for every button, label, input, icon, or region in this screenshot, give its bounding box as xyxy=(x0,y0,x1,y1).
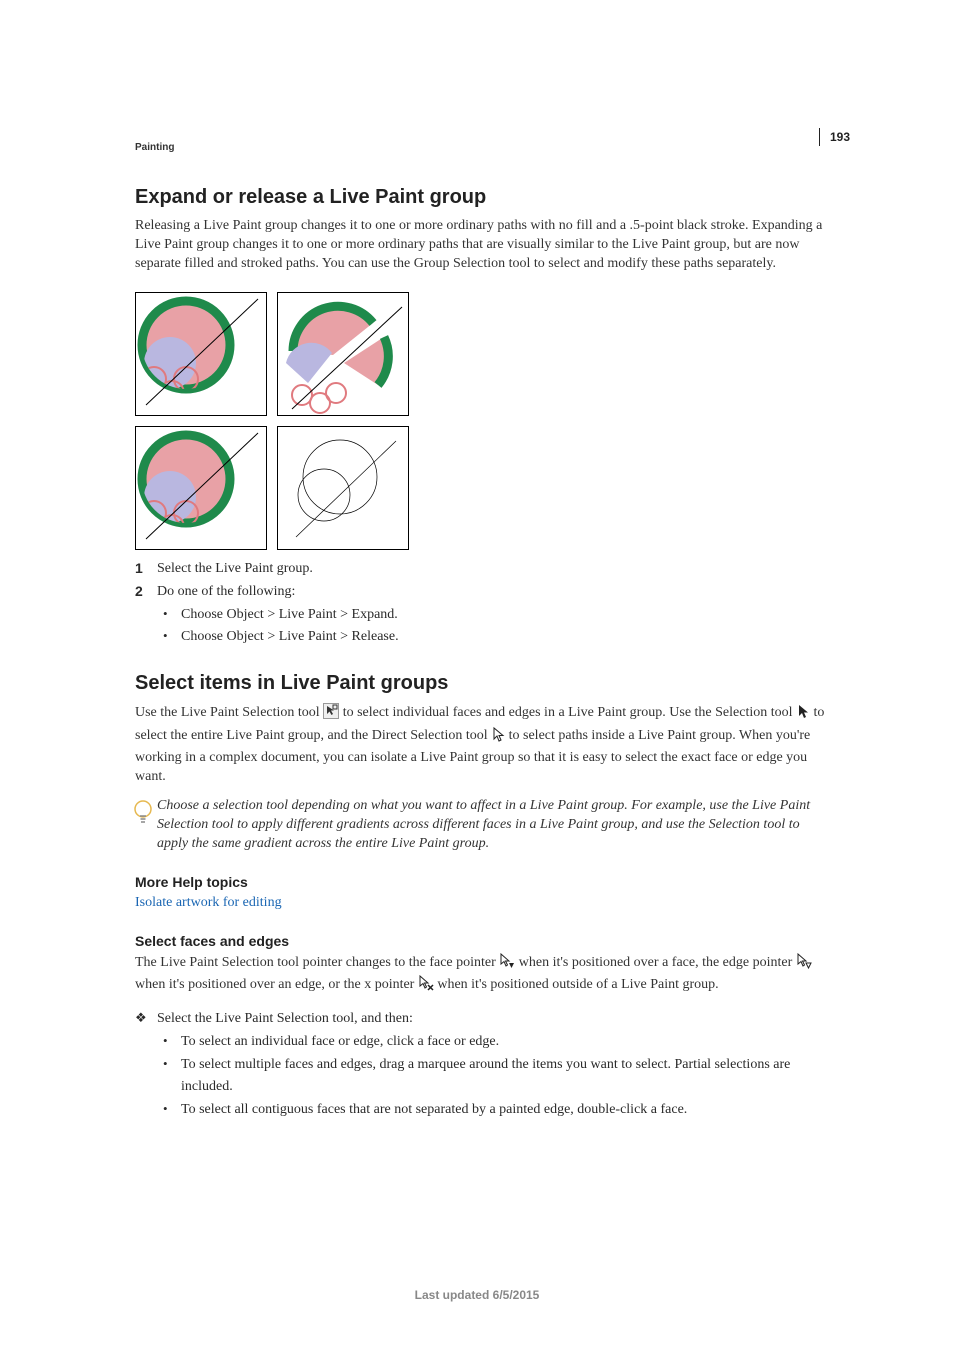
select-faces-paragraph: The Live Paint Selection tool pointer ch… xyxy=(135,953,829,999)
step-number: 1 xyxy=(135,558,157,579)
figure-released xyxy=(277,426,409,550)
bullet-text: Choose Object > Live Paint > Expand. xyxy=(181,604,398,626)
figure-exploded xyxy=(277,292,409,416)
text-span: Use the Live Paint Selection tool xyxy=(135,705,323,720)
edge-pointer-icon xyxy=(796,953,812,976)
bullet-icon: • xyxy=(163,1099,181,1121)
figure-original-1 xyxy=(135,292,267,416)
bullet-icon: • xyxy=(163,604,181,626)
list-item: 2 Do one of the following: xyxy=(135,581,829,602)
page: Painting 193 Expand or release a Live Pa… xyxy=(0,0,954,1350)
x-pointer-icon xyxy=(418,975,434,998)
diamond-text: Select the Live Paint Selection tool, an… xyxy=(157,1008,413,1029)
tip-note: Choose a selection tool depending on wha… xyxy=(135,797,829,854)
bullet-text: Choose Object > Live Paint > Release. xyxy=(181,626,399,648)
tip-text: Choose a selection tool depending on wha… xyxy=(157,797,829,854)
list-item: • To select multiple faces and edges, dr… xyxy=(163,1054,829,1099)
text-span: when it's positioned over a face, the ed… xyxy=(519,955,796,970)
figure-row-bottom xyxy=(135,426,829,550)
list-item: • To select all contiguous faces that ar… xyxy=(163,1099,829,1121)
ordered-list: 1 Select the Live Paint group. 2 Do one … xyxy=(135,558,829,649)
text-span: to select individual faces and edges in … xyxy=(343,705,796,720)
bullet-icon: • xyxy=(163,1054,181,1099)
more-help-heading: More Help topics xyxy=(135,874,829,890)
figure-original-2 xyxy=(135,426,267,550)
section-label: Painting xyxy=(135,142,174,153)
sub-list: • Choose Object > Live Paint > Expand. •… xyxy=(135,604,829,649)
list-item: • Choose Object > Live Paint > Release. xyxy=(163,626,829,648)
select-items-paragraph: Use the Live Paint Selection tool to sel… xyxy=(135,703,829,787)
bullet-icon: • xyxy=(163,626,181,648)
heading-select-items: Select items in Live Paint groups xyxy=(135,672,829,695)
bullet-text: To select all contiguous faces that are … xyxy=(181,1099,687,1121)
footer-last-updated: Last updated 6/5/2015 xyxy=(0,1288,954,1302)
diamond-line: ❖ Select the Live Paint Selection tool, … xyxy=(135,1008,829,1029)
step-number: 2 xyxy=(135,581,157,602)
list-item: • To select an individual face or edge, … xyxy=(163,1031,829,1053)
heading-select-faces: Select faces and edges xyxy=(135,933,829,949)
lightbulb-icon xyxy=(133,799,153,832)
content: Expand or release a Live Paint group Rel… xyxy=(135,186,829,1121)
direct-selection-tool-icon xyxy=(491,726,505,749)
text-span: The Live Paint Selection tool pointer ch… xyxy=(135,955,499,970)
figure-grid xyxy=(135,292,829,550)
step-text: Select the Live Paint group. xyxy=(157,558,313,579)
text-span: when it's positioned over an edge, or th… xyxy=(135,977,418,992)
bullet-text: To select an individual face or edge, cl… xyxy=(181,1031,499,1053)
page-number: 193 xyxy=(819,128,850,146)
intro-paragraph: Releasing a Live Paint group changes it … xyxy=(135,217,829,274)
select-faces-bullets: • To select an individual face or edge, … xyxy=(135,1031,829,1121)
bullet-text: To select multiple faces and edges, drag… xyxy=(181,1054,829,1099)
text-span: when it's positioned outside of a Live P… xyxy=(437,977,718,992)
isolate-artwork-link[interactable]: Isolate artwork for editing xyxy=(135,895,282,910)
list-item: 1 Select the Live Paint group. xyxy=(135,558,829,579)
step-text: Do one of the following: xyxy=(157,581,295,602)
face-pointer-icon xyxy=(499,953,515,976)
heading-expand-release: Expand or release a Live Paint group xyxy=(135,186,829,209)
bullet-icon: • xyxy=(163,1031,181,1053)
list-item: • Choose Object > Live Paint > Expand. xyxy=(163,604,829,626)
figure-row-top xyxy=(135,292,829,416)
live-paint-selection-tool-icon xyxy=(323,703,339,726)
selection-tool-icon xyxy=(796,703,810,726)
diamond-bullet-icon: ❖ xyxy=(135,1008,157,1029)
